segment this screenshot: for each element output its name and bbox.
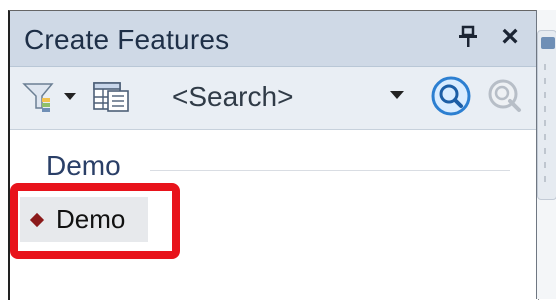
search-icon	[431, 76, 471, 116]
group-header: Demo	[46, 150, 121, 181]
filter-dropdown-arrow-icon[interactable]	[64, 93, 76, 100]
adjacent-window-toolbar	[537, 30, 556, 200]
close-icon[interactable]: ×	[496, 20, 524, 53]
pin-icon-svg	[459, 25, 477, 47]
pin-icon[interactable]	[454, 23, 482, 51]
search-placeholder: <Search>	[172, 81, 294, 112]
templates-list: Demo Demo	[10, 130, 538, 300]
adjacent-window-dots	[544, 64, 546, 184]
pane-title: Create Features	[24, 24, 230, 55]
filter-icon	[22, 83, 54, 112]
clear-search-icon	[488, 79, 521, 112]
adjacent-window	[536, 10, 556, 299]
search-button[interactable]	[430, 75, 472, 117]
pane-titlebar: Create Features ×	[10, 11, 538, 67]
group-divider	[150, 170, 510, 171]
search-input[interactable]: <Search>	[150, 79, 420, 115]
create-features-pane: Create Features × <Search> Demo Demo	[8, 10, 539, 300]
table-icon	[93, 82, 129, 112]
filter-button[interactable]	[22, 79, 80, 115]
table-button[interactable]	[92, 79, 138, 115]
search-dropdown-arrow-icon[interactable]	[390, 91, 404, 99]
screen: Create Features × <Search> Demo Demo	[0, 0, 556, 300]
adjacent-window-icon	[541, 37, 555, 49]
toolbar: <Search>	[10, 67, 538, 130]
red-highlight-box	[10, 183, 180, 259]
clear-search-button[interactable]	[484, 75, 526, 117]
